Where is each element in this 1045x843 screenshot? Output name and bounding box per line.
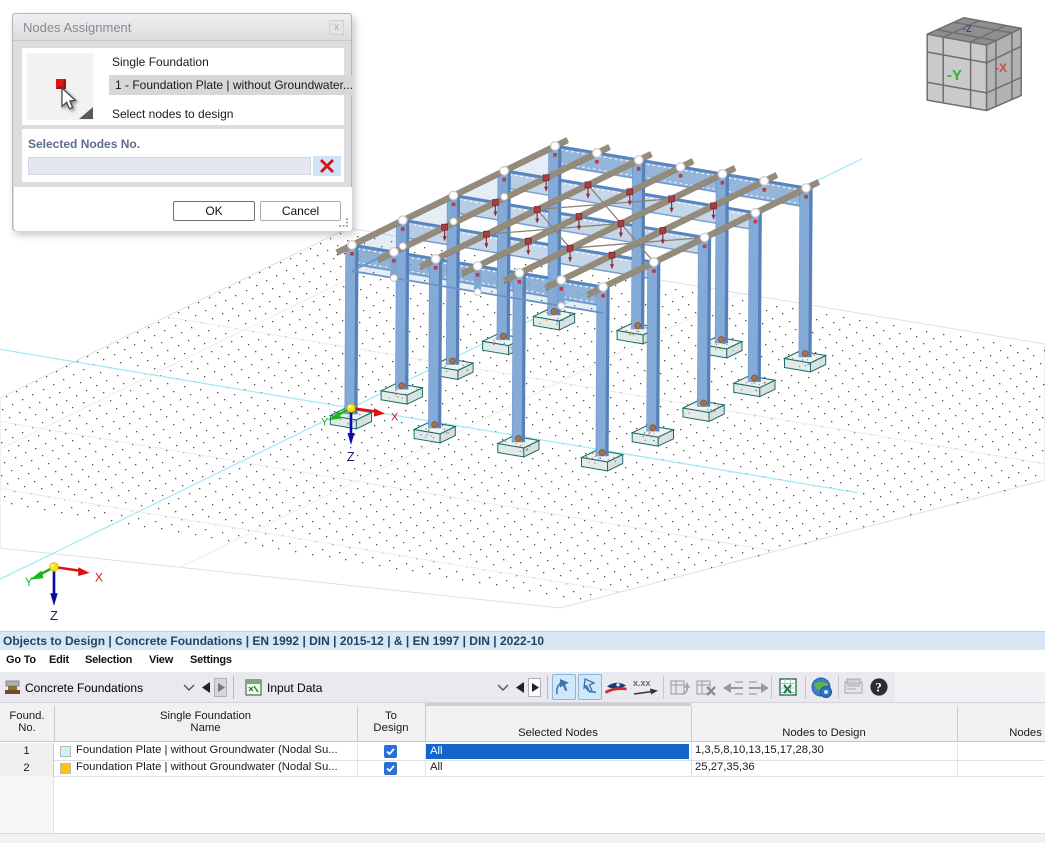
svg-text:-Y: -Y [947, 67, 962, 84]
svg-text:Y: Y [25, 577, 33, 589]
svg-text:x.xx: x.xx [633, 678, 651, 688]
svg-text:Y: Y [321, 417, 329, 429]
svg-text:Z: Z [347, 450, 355, 464]
svg-text:-X: -X [995, 61, 1007, 75]
svg-text:-Z: -Z [963, 24, 972, 34]
svg-text:X: X [391, 412, 399, 424]
svg-text:Z: Z [50, 608, 58, 623]
svg-text:X: X [95, 571, 103, 585]
svg-text:?: ? [875, 680, 882, 695]
